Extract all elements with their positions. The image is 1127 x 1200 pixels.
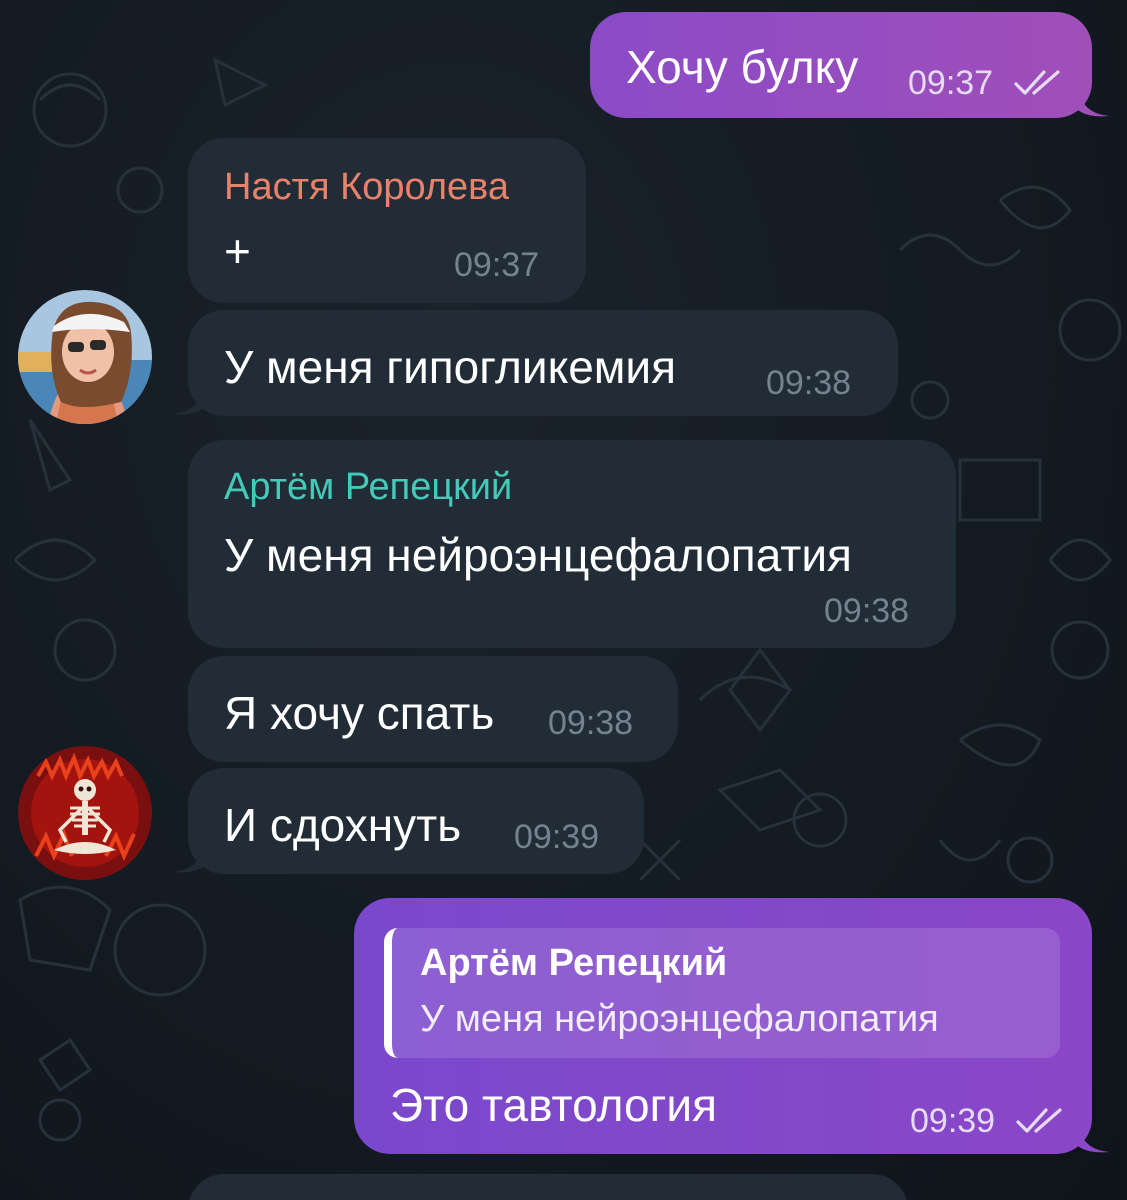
avatar-nastya[interactable]	[18, 290, 152, 424]
message-bubble-incoming[interactable]: Настя Королева + 09:37	[188, 138, 586, 303]
message-time: 09:38	[548, 704, 634, 742]
message-text: У меня нейроэнцефалопатия	[224, 529, 852, 581]
read-checkmarks-icon	[1016, 1108, 1062, 1133]
chat-background: Хочу булку 09:37 Настя Королева + 09:37 …	[0, 0, 1127, 1200]
avatar-artem[interactable]	[18, 746, 152, 880]
message-text: +	[224, 225, 251, 277]
message-bubble-incoming[interactable]: Артём Репецкий У меня нейроэнцефалопатия…	[188, 440, 956, 648]
sender-name[interactable]: Артём Репецкий	[224, 466, 512, 509]
message-text: Хочу булку	[626, 41, 859, 93]
message-bubble-incoming-partial[interactable]	[188, 1174, 908, 1200]
message-bubble-incoming[interactable]: Я хочу спать 09:38	[188, 656, 678, 762]
message-bubble-incoming[interactable]: У меня гипогликемия 09:38	[188, 310, 898, 416]
message-time: 09:38	[824, 592, 910, 630]
message-time: 09:37	[454, 246, 540, 284]
read-checkmarks-icon	[1014, 70, 1060, 95]
message-text: У меня гипогликемия	[224, 341, 677, 393]
user-photo-icon	[18, 290, 152, 424]
message-text: Я хочу спать	[224, 687, 495, 739]
message-time: 09:37	[908, 64, 994, 102]
message-text: Это тавтология	[390, 1079, 717, 1131]
message-bubble-outgoing[interactable]: Хочу булку 09:37	[590, 12, 1092, 118]
message-bubble-incoming[interactable]: И сдохнуть 09:39	[188, 768, 644, 874]
reply-preview[interactable]: Артём Репецкий У меня нейроэнцефалопатия	[384, 928, 1060, 1058]
bubble-tail	[172, 386, 204, 415]
message-time: 09:39	[910, 1102, 996, 1140]
sender-name[interactable]: Настя Королева	[224, 166, 509, 209]
reply-quoted-text: У меня нейроэнцефалопатия	[420, 998, 939, 1040]
bubble-tail	[1078, 1124, 1110, 1153]
message-time: 09:39	[514, 818, 600, 856]
skeleton-meditation-art-icon	[18, 746, 152, 880]
message-text: И сдохнуть	[224, 799, 462, 851]
message-bubble-outgoing[interactable]: Артём Репецкий У меня нейроэнцефалопатия…	[354, 898, 1092, 1154]
bubble-tail	[172, 844, 204, 873]
bubble-tail	[1078, 88, 1110, 117]
message-time: 09:38	[766, 364, 852, 402]
reply-sender-name: Артём Репецкий	[420, 942, 728, 984]
